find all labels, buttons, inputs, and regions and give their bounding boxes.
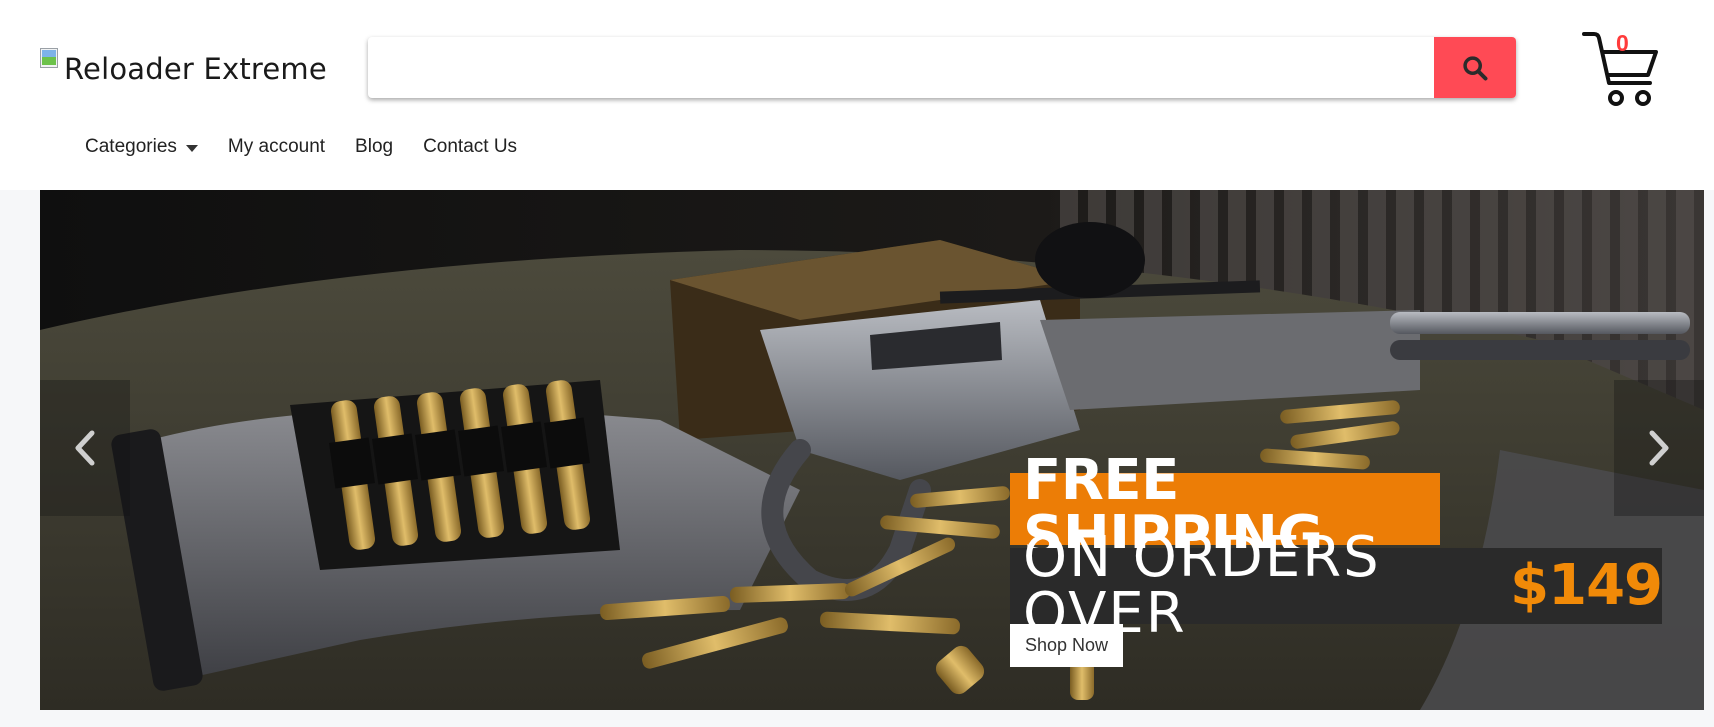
- nav-item-my-account[interactable]: My account: [228, 136, 325, 158]
- cart-button[interactable]: 0: [1582, 28, 1658, 108]
- nav-item-blog[interactable]: Blog: [355, 136, 393, 158]
- site-header: Reloader Extreme 0 Categories My account: [0, 0, 1714, 190]
- main-nav: Categories My account Blog Contact Us: [85, 136, 547, 158]
- search-bar: [368, 37, 1516, 98]
- nav-item-categories[interactable]: Categories: [85, 136, 198, 158]
- nav-item-contact-us[interactable]: Contact Us: [423, 136, 517, 158]
- hero-slider: FREE SHIPPING ON ORDERS OVER $149 Shop N…: [40, 190, 1704, 710]
- shop-now-button[interactable]: Shop Now: [1010, 624, 1123, 667]
- slider-prev-button[interactable]: [40, 380, 130, 516]
- nav-item-label: Blog: [355, 136, 394, 157]
- promo-amount: $149: [1510, 553, 1663, 618]
- chevron-right-icon: [1649, 430, 1669, 466]
- nav-item-label: Categories: [85, 136, 177, 157]
- chevron-left-icon: [75, 430, 95, 466]
- promo-subheadline: ON ORDERS OVER $149: [1010, 530, 1663, 642]
- search-button[interactable]: [1434, 37, 1516, 98]
- site-logo[interactable]: Reloader Extreme: [39, 47, 327, 84]
- caret-down-icon: [185, 144, 198, 152]
- nav-item-label: Contact Us: [423, 136, 518, 157]
- nav-item-label: My account: [227, 136, 326, 157]
- search-icon: [1463, 55, 1488, 80]
- broken-image-icon: [39, 47, 63, 73]
- search-input[interactable]: [368, 37, 1434, 98]
- slider-next-button[interactable]: [1614, 380, 1704, 516]
- logo-alt-text: Reloader Extreme: [64, 52, 327, 86]
- cart-count-badge: 0: [1616, 30, 1629, 56]
